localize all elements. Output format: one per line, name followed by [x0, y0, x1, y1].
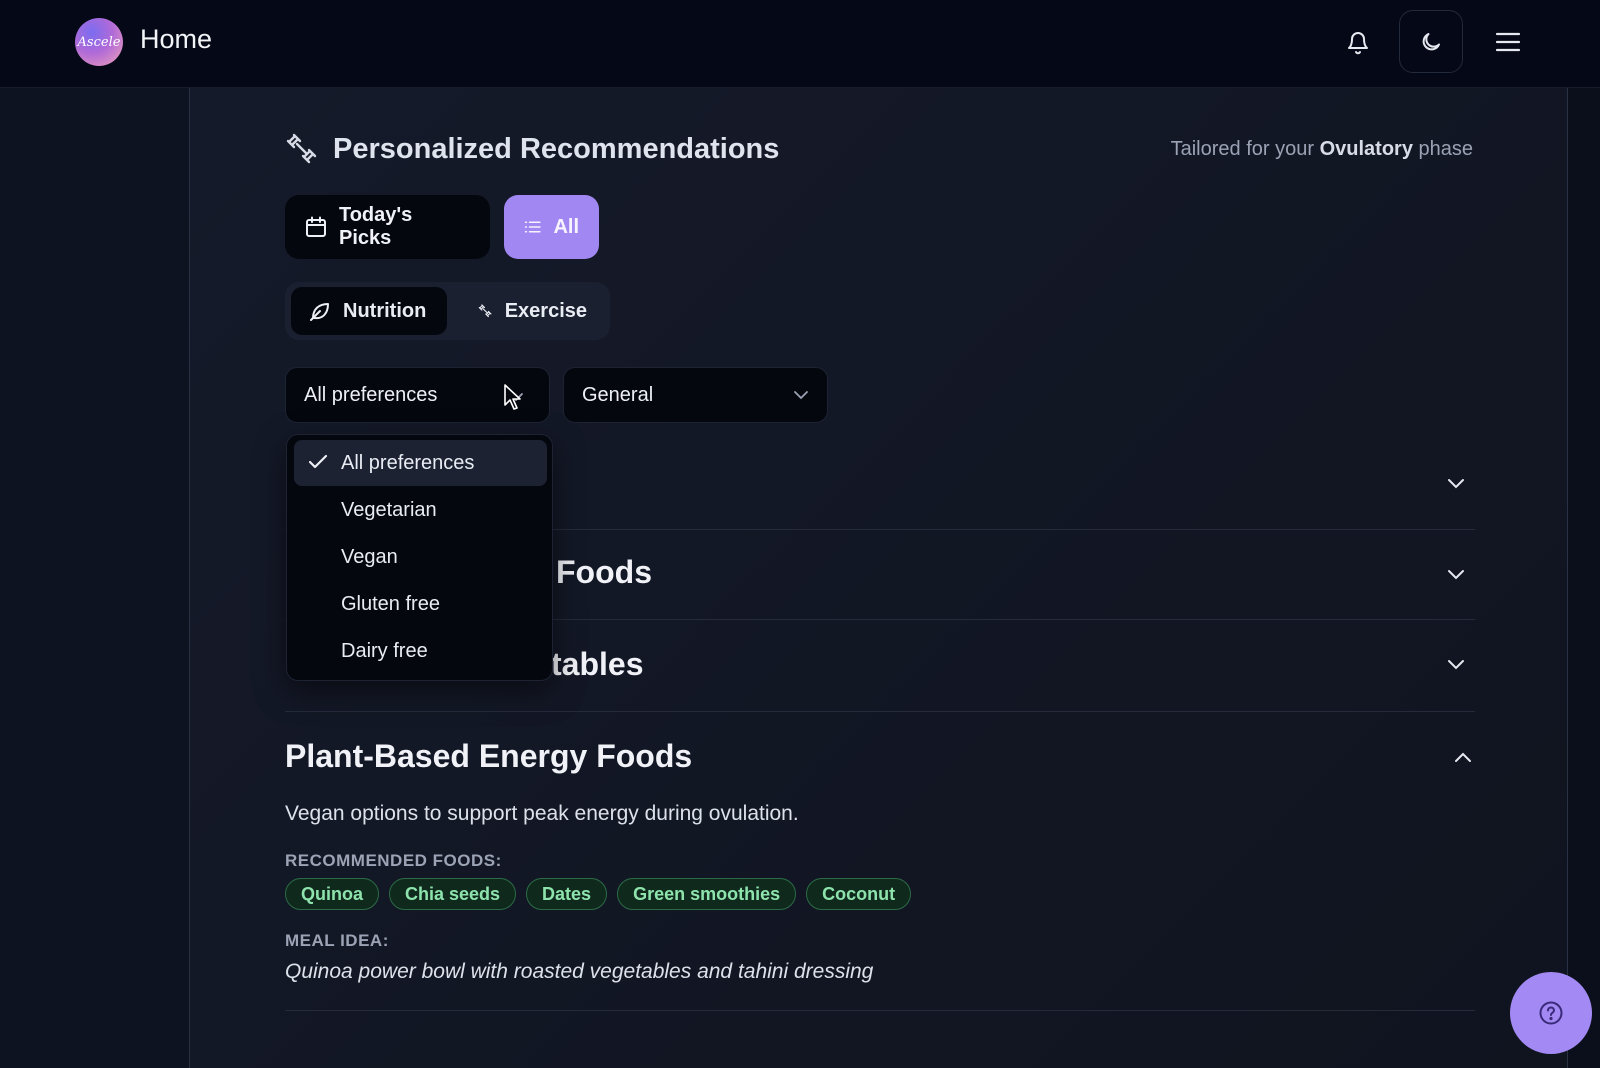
food-tag: Coconut — [806, 878, 912, 910]
moon-icon — [1422, 32, 1440, 50]
preference-select-value: All preferences — [304, 383, 438, 406]
tab-nutrition-label: Nutrition — [343, 299, 427, 322]
goal-select-value: General — [582, 383, 654, 406]
help-icon — [1539, 1001, 1563, 1025]
check-icon — [308, 454, 328, 469]
chevron-down-icon — [794, 391, 808, 400]
chevron-down-icon[interactable] — [1447, 657, 1465, 675]
food-tag: Quinoa — [285, 878, 379, 910]
page-title: Home — [140, 24, 213, 54]
dropdown-option-label: Gluten free — [341, 592, 440, 615]
tab-exercise-label: Exercise — [504, 299, 587, 322]
right-gutter — [1568, 88, 1600, 1068]
dropdown-option-label: All preferences — [341, 451, 475, 474]
food-tag: Dates — [526, 878, 608, 910]
meal-idea-label: MEAL IDEA: — [285, 931, 389, 950]
list-icon — [524, 221, 541, 233]
top-bar: Ascele Home — [0, 0, 1600, 88]
phase-caption: Tailored for your Ovulatory phase — [1171, 138, 1473, 161]
recommendation-description: Vegan options to support peak energy dur… — [285, 802, 799, 825]
menu-icon[interactable] — [1490, 24, 1526, 60]
dumbbell-icon — [285, 132, 319, 171]
phase-caption-suffix: phase — [1412, 138, 1473, 160]
tab-todays-picks-label: Today's Picks — [338, 204, 413, 249]
food-tag: Green smoothies — [617, 878, 797, 910]
divider — [285, 1010, 1475, 1011]
dropdown-option-gluten-free[interactable]: Gluten free — [294, 581, 547, 627]
recommended-foods-label: RECOMMENDED FOODS: — [285, 851, 502, 870]
accordion-title: Foods — [556, 554, 652, 590]
preference-dropdown-menu: All preferences Vegetarian Vegan Gluten … — [286, 434, 553, 681]
food-tags: Quinoa Chia seeds Dates Green smoothies … — [285, 878, 912, 910]
tab-all-label: All — [553, 215, 579, 238]
dropdown-option-label: Vegan — [341, 545, 398, 568]
tab-nutrition[interactable]: Nutrition — [291, 287, 447, 335]
food-tag: Chia seeds — [389, 878, 517, 910]
dropdown-option-label: Vegetarian — [341, 498, 437, 521]
tab-all[interactable]: All — [504, 195, 599, 259]
phase-name: Ovulatory — [1319, 138, 1413, 160]
tab-todays-picks[interactable]: Today's Picks — [285, 195, 490, 259]
meal-idea: Quinoa power bowl with roasted vegetable… — [285, 960, 874, 983]
theme-toggle-button[interactable] — [1399, 10, 1463, 73]
section-title: Personalized Recommendations — [333, 133, 780, 165]
chevron-down-icon[interactable] — [1447, 567, 1465, 585]
dropdown-option-label: Dairy free — [341, 639, 428, 662]
dropdown-option-all-preferences[interactable]: All preferences — [294, 440, 547, 486]
leaf-icon — [310, 303, 329, 321]
accordion-title-plant-based[interactable]: Plant-Based Energy Foods — [285, 738, 692, 775]
dropdown-option-vegan[interactable]: Vegan — [294, 534, 547, 580]
phase-caption-prefix: Tailored for your — [1170, 138, 1320, 160]
chevron-down-icon[interactable] — [1447, 476, 1465, 494]
mouse-cursor-icon — [503, 383, 523, 416]
logo-text: Ascele — [77, 34, 121, 50]
dumbbell-icon — [478, 304, 492, 318]
accordion-title: tables — [551, 646, 644, 682]
chevron-up-icon[interactable] — [1454, 750, 1590, 768]
dropdown-option-vegetarian[interactable]: Vegetarian — [294, 487, 547, 533]
dropdown-option-dairy-free[interactable]: Dairy free — [294, 628, 547, 674]
help-button[interactable] — [1510, 972, 1592, 1054]
category-tabs: Nutrition Exercise — [285, 282, 610, 340]
tab-exercise[interactable]: Exercise — [460, 287, 605, 335]
app-logo[interactable]: Ascele — [75, 18, 123, 66]
left-gutter — [0, 88, 190, 1068]
calendar-icon — [305, 216, 326, 237]
goal-select[interactable]: General — [563, 367, 828, 423]
bell-icon[interactable] — [1342, 26, 1374, 58]
